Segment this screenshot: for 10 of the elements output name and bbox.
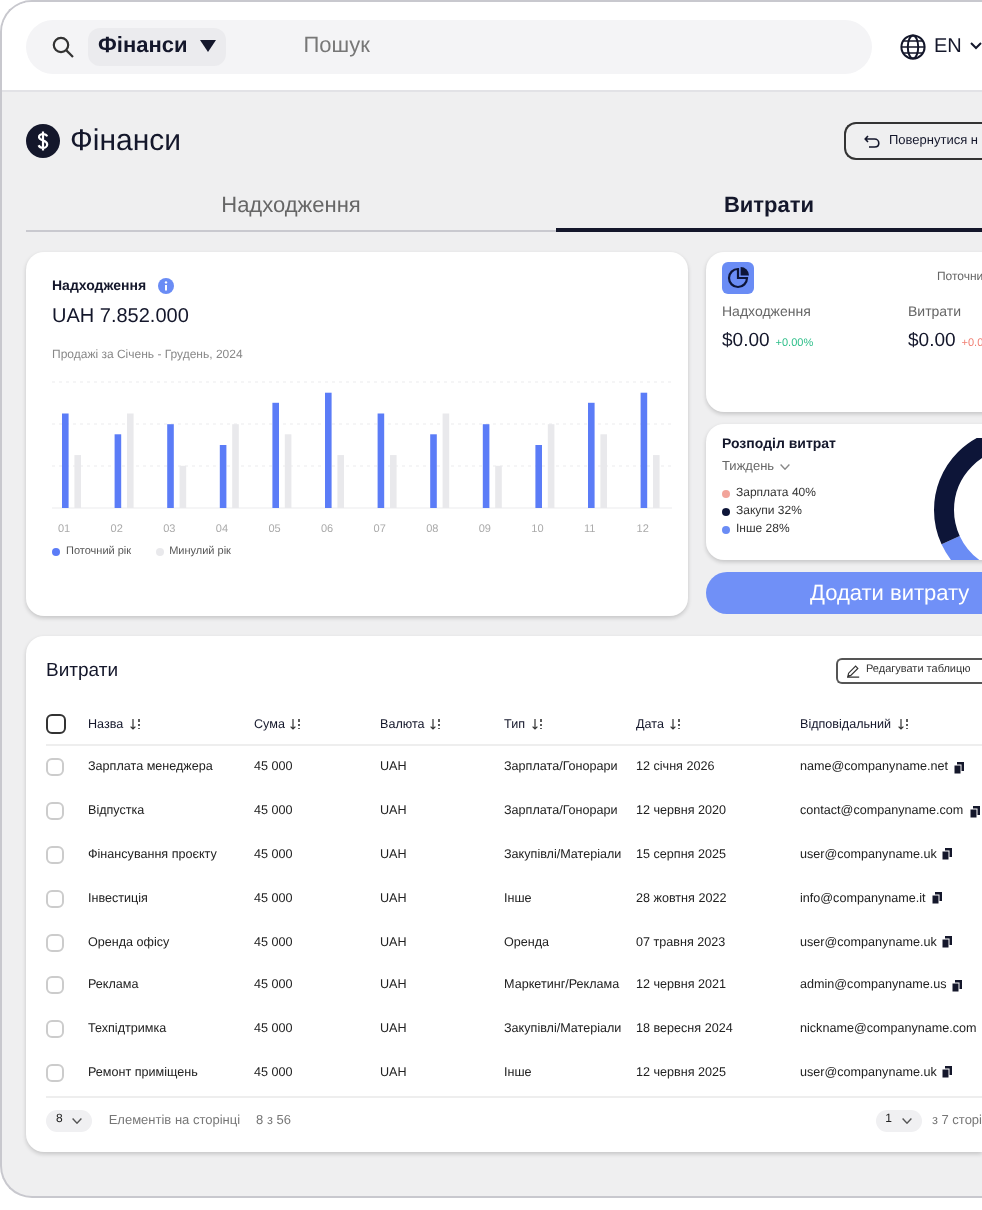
page-title: Фінанси: [70, 123, 182, 157]
metric-value: $0.00: [908, 330, 956, 352]
language-selector[interactable]: EN: [900, 33, 982, 59]
amount-value: UAH 7.852.000: [52, 306, 191, 328]
metric-value: $0.00: [722, 330, 770, 352]
tab[interactable]: Надходження: [26, 188, 556, 232]
search-bar[interactable]: Фінанси Пошук: [26, 19, 872, 73]
table-title: Витрати: [46, 659, 119, 681]
section-dropdown[interactable]: Фінанси: [88, 27, 226, 65]
tab[interactable]: Витрати: [556, 188, 982, 232]
